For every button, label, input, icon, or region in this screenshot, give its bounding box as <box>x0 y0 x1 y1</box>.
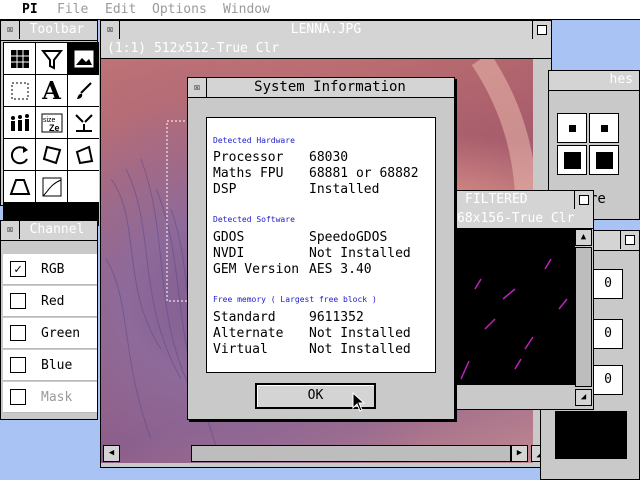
perspective-tool-icon[interactable] <box>4 171 35 202</box>
channel-checkbox-green[interactable] <box>10 325 26 341</box>
value-field[interactable]: 0 <box>593 269 623 299</box>
text-tool-icon[interactable]: A <box>36 75 67 106</box>
resize-handle-icon[interactable]: ◢ <box>575 389 592 406</box>
toolbar-window: ☒ Toolbar A size Ze <box>0 20 99 226</box>
menu-app[interactable]: PI <box>22 0 38 19</box>
menu-options[interactable]: Options <box>152 0 207 19</box>
curve-tool-icon[interactable] <box>36 171 67 202</box>
toolbar-title: Toolbar <box>29 22 85 37</box>
info-row: GEM Version AES 3.40 <box>213 262 372 277</box>
image-window-info: (1:1) 512x512-True Clr <box>101 40 551 59</box>
info-row: Maths FPU 68881 or 68882 <box>213 166 419 181</box>
section-heading-software: Detected Software <box>213 215 295 224</box>
channel-checkbox-rgb[interactable]: ✓ <box>10 261 26 277</box>
channel-label: Red <box>41 294 65 309</box>
swatch[interactable] <box>589 113 619 143</box>
menu-file[interactable]: File <box>57 0 88 19</box>
image-tool-icon[interactable] <box>68 43 99 74</box>
distort-tool-icon[interactable] <box>36 139 67 170</box>
close-box-icon[interactable]: ☒ <box>101 21 120 39</box>
swatch[interactable] <box>557 145 587 175</box>
mouse-pointer-icon <box>352 391 366 412</box>
info-row: Virtual Not Installed <box>213 342 411 357</box>
scroll-left-button[interactable]: ◀ <box>103 445 120 462</box>
channel-checkbox-blue[interactable] <box>10 357 26 373</box>
channel-row-mask[interactable]: Mask <box>3 382 97 413</box>
swatch[interactable] <box>557 113 587 143</box>
value-field[interactable]: 0 <box>593 365 623 395</box>
brush-tool-icon[interactable] <box>68 75 99 106</box>
tool-grid: A size Ze <box>3 42 99 226</box>
channel-checkbox-mask[interactable] <box>10 389 26 405</box>
skew-tool-icon[interactable] <box>68 139 99 170</box>
channel-row-red[interactable]: Red <box>3 286 97 317</box>
swatches-title: hes <box>609 72 633 87</box>
dialog-title: System Information <box>254 79 406 95</box>
channel-label: Mask <box>41 390 73 405</box>
info-row: Processor 68030 <box>213 150 349 165</box>
channel-row-blue[interactable]: Blue <box>3 350 97 381</box>
info-row: Standard 9611352 <box>213 310 364 325</box>
scroll-right-button[interactable]: ▶ <box>511 445 528 462</box>
filtered-image[interactable] <box>455 229 575 385</box>
color-preview <box>555 411 627 459</box>
fill-funnel-tool-icon[interactable] <box>36 43 67 74</box>
channel-window: ☒ Channel ✓ RGB Red Green Blue Mask <box>0 220 98 420</box>
section-heading-memory: Free memory ( Largest free block ) <box>213 295 377 304</box>
system-information-dialog: ☒ System Information Detected Hardware P… <box>187 77 455 420</box>
swatches-titlebar[interactable]: hes <box>549 71 639 91</box>
empty-tool-slot <box>68 171 99 202</box>
section-heading-hardware: Detected Hardware <box>213 136 295 145</box>
pencil-grid-tool-icon[interactable] <box>4 43 35 74</box>
menu-bar: PI File Edit Options Window <box>0 0 640 20</box>
dialog-content-panel: Detected Hardware Processor 68030 Maths F… <box>206 117 436 373</box>
channel-row-rgb[interactable]: ✓ RGB <box>3 254 97 285</box>
info-row: DSP Installed <box>213 182 380 197</box>
full-box-icon[interactable] <box>620 231 639 249</box>
info-row: GDOS SpeedoGDOS <box>213 230 388 245</box>
close-box-icon[interactable]: ☒ <box>188 78 207 97</box>
scroll-up-button[interactable]: ▲ <box>575 229 592 246</box>
channel-label: Blue <box>41 358 73 373</box>
full-box-icon[interactable] <box>574 191 593 209</box>
menu-window[interactable]: Window <box>223 0 270 19</box>
image-window-title: LENNA.JPG <box>290 22 362 37</box>
channel-checkbox-red[interactable] <box>10 293 26 309</box>
svg-text:Ze: Ze <box>49 123 60 133</box>
info-row: NVDI Not Installed <box>213 246 411 261</box>
channel-title: Channel <box>29 222 85 237</box>
swatch[interactable] <box>589 145 619 175</box>
close-box-icon[interactable]: ☒ <box>1 221 20 239</box>
channel-row-green[interactable]: Green <box>3 318 97 349</box>
channel-titlebar[interactable]: ☒ Channel <box>1 221 97 241</box>
info-row: Alternate Not Installed <box>213 326 411 341</box>
value-field[interactable]: 0 <box>593 319 623 349</box>
toolbar-titlebar[interactable]: ☒ Toolbar <box>1 21 97 41</box>
rotate-tool-icon[interactable] <box>4 139 35 170</box>
full-box-icon[interactable] <box>532 21 551 39</box>
menu-edit[interactable]: Edit <box>105 0 136 19</box>
channel-label: RGB <box>41 262 65 277</box>
channel-label: Green <box>41 326 81 341</box>
horizontal-scrollbar[interactable] <box>191 445 511 462</box>
flip-tool-icon[interactable] <box>68 107 99 138</box>
resize-tool-icon[interactable]: size Ze <box>36 107 67 138</box>
close-box-icon[interactable]: ☒ <box>1 21 20 39</box>
vertical-scrollbar[interactable] <box>575 247 592 387</box>
image-window-titlebar[interactable]: ☒ LENNA.JPG <box>101 21 551 41</box>
select-rect-tool-icon[interactable] <box>4 75 35 106</box>
people-tool-icon[interactable] <box>4 107 35 138</box>
